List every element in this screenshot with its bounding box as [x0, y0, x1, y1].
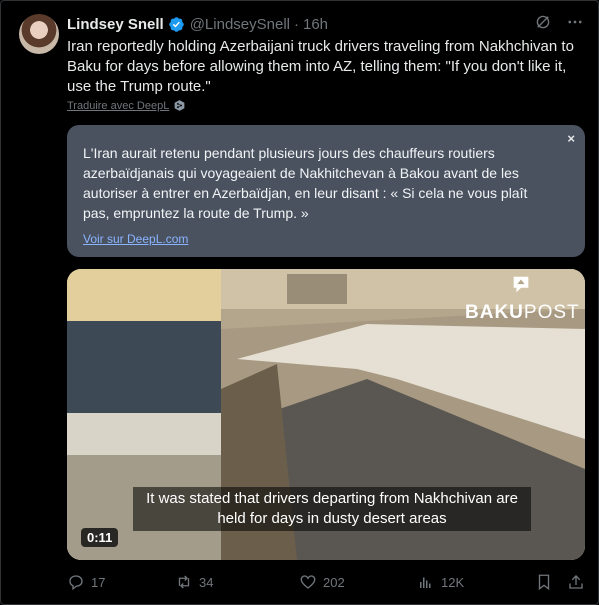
tweet-header: Lindsey Snell @LindseySnell · 16h [67, 13, 328, 35]
like-icon [300, 575, 316, 589]
reply-button[interactable]: 17 [67, 573, 105, 591]
grok-icon[interactable] [534, 13, 552, 31]
translation-box: × L'Iran aurait retenu pendant plusieurs… [67, 125, 585, 257]
like-count: 202 [323, 574, 345, 590]
share-icon [569, 575, 583, 589]
bakupost-watermark: BAKUPOST [465, 302, 580, 324]
repost-count: 34 [199, 574, 214, 590]
tweet-top-actions [534, 13, 584, 31]
video-duration: 0:11 [81, 528, 119, 547]
like-button[interactable]: 202 [299, 573, 345, 591]
tweet-card[interactable]: Lindsey Snell @LindseySnell · 16h Iran r… [0, 0, 599, 605]
author-name[interactable]: Lindsey Snell [67, 16, 164, 33]
reply-icon [69, 575, 83, 591]
deepl-icon [174, 100, 185, 111]
views-icon [420, 577, 431, 588]
views-count: 12K [441, 574, 465, 590]
views-button[interactable]: 12K [417, 573, 464, 591]
translation-close-button[interactable]: × [567, 131, 575, 146]
translation-text: L'Iran aurait retenu pendant plusieurs j… [83, 145, 528, 221]
bookmark-icon [538, 574, 550, 591]
separator-dot: · [294, 15, 299, 33]
translate-link[interactable]: Traduire avec DeepL [67, 99, 186, 112]
translate-link-label[interactable]: Traduire avec DeepL [67, 100, 169, 112]
repost-button[interactable]: 34 [175, 573, 213, 591]
deepl-link[interactable]: Voir sur DeepL.com [83, 232, 188, 246]
bookmark-button[interactable] [535, 573, 553, 591]
brand-bold: BAKU [465, 302, 524, 323]
verified-badge-icon [168, 16, 184, 32]
tweet-actions-bar: 17 34 202 12K [67, 573, 587, 593]
video-player[interactable]: BAKUPOST It was stated that drivers depa… [67, 269, 585, 560]
tweet-time[interactable]: 16h [303, 16, 328, 33]
repost-icon [178, 575, 190, 589]
video-subtitle: It was stated that drivers departing fro… [133, 487, 531, 531]
author-handle[interactable]: @LindseySnell [190, 16, 290, 33]
share-button[interactable] [567, 573, 585, 591]
reply-count: 17 [91, 574, 106, 590]
avatar[interactable] [19, 14, 59, 54]
tweet-text: Iran reportedly holding Azerbaijani truc… [67, 38, 574, 95]
more-icon[interactable] [566, 13, 584, 31]
bakupost-logo-icon [513, 276, 529, 293]
brand-light: POST [523, 302, 580, 323]
